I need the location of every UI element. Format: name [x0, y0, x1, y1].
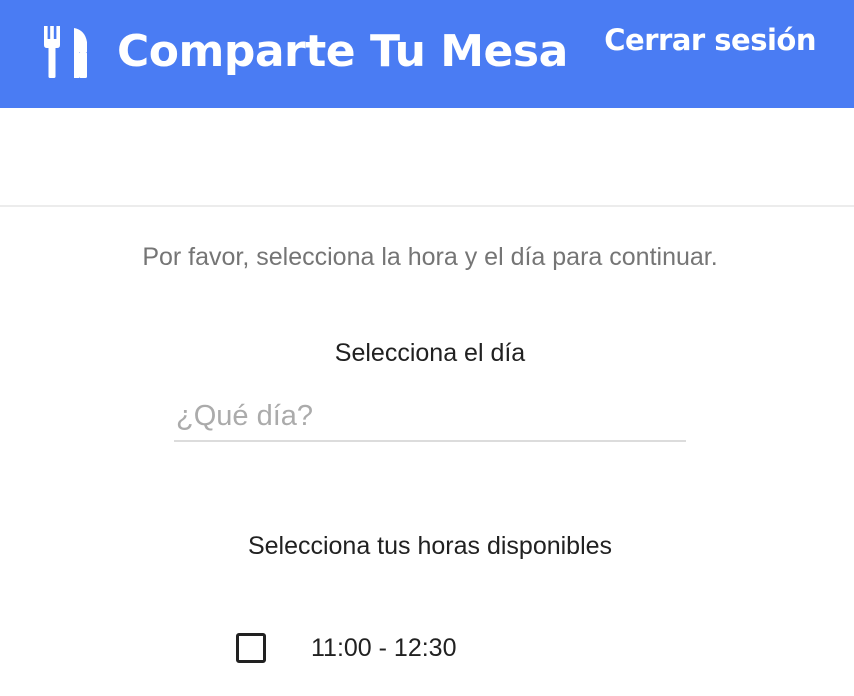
section-divider — [0, 205, 854, 207]
time-slot-checkbox[interactable] — [236, 633, 266, 663]
hours-label: Selecciona tus horas disponibles — [247, 532, 613, 560]
instructions-text: Por favor, selecciona la hora y el día p… — [142, 243, 718, 271]
day-input[interactable] — [174, 392, 686, 442]
app-header: Comparte Tu Mesa Cerrar sesión — [0, 0, 854, 108]
day-label: Selecciona el día — [334, 339, 526, 367]
app-title: Comparte Tu Mesa — [117, 26, 568, 77]
fork-knife-icon — [44, 26, 87, 78]
logout-link[interactable]: Cerrar sesión — [604, 20, 816, 60]
time-slot-label: 11:00 - 12:30 — [311, 634, 457, 662]
time-slot-option[interactable]: 11:00 - 12:30 — [236, 628, 456, 668]
